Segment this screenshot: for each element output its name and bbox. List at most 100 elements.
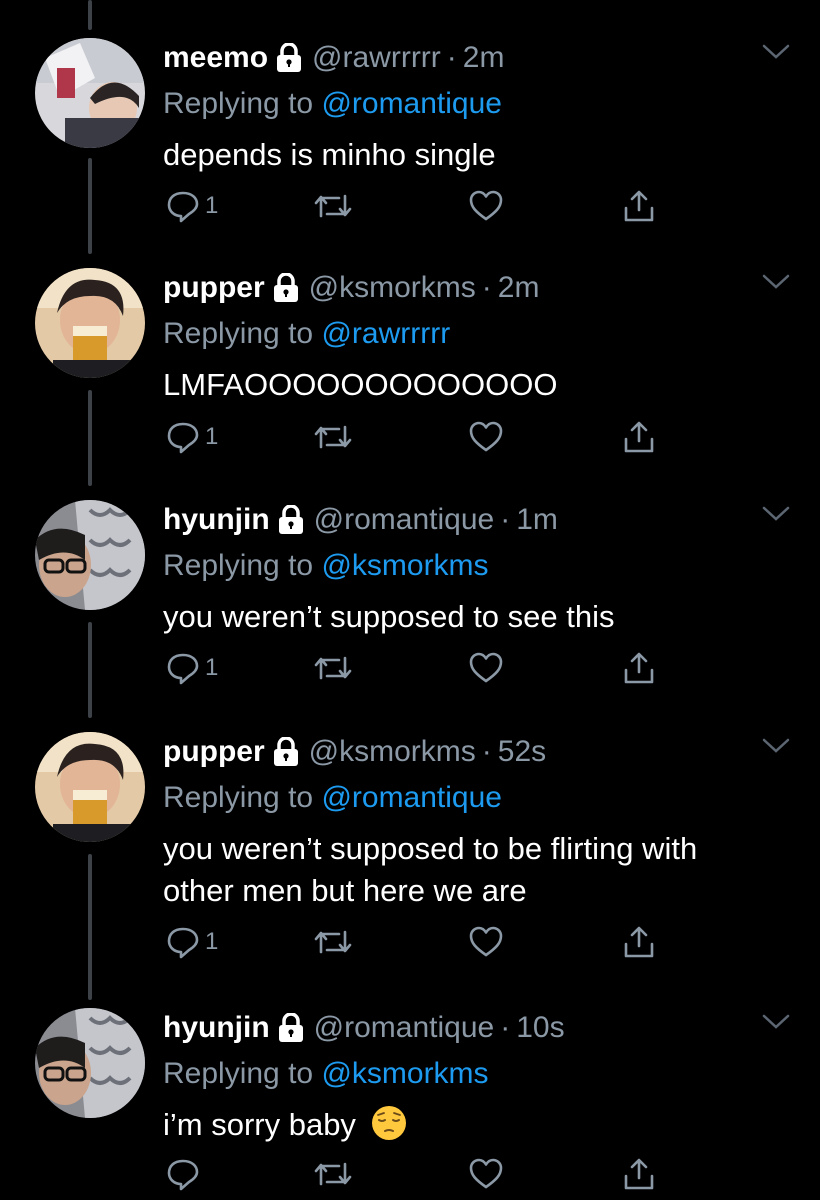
share-button[interactable] — [621, 417, 657, 457]
reply-mention-link[interactable]: @ksmorkms — [321, 1057, 488, 1090]
thread-line — [88, 622, 92, 718]
reply-count: 1 — [205, 928, 219, 955]
reply-thread: meemo @rawrrrrr · 2m Replying to @romant… — [0, 0, 820, 1200]
display-name[interactable]: meemo — [163, 41, 268, 75]
user-handle[interactable]: @ksmorkms — [309, 735, 476, 769]
share-icon — [624, 926, 654, 958]
share-icon — [624, 421, 654, 453]
display-name[interactable]: pupper — [163, 735, 265, 769]
retweet-button[interactable] — [313, 922, 353, 962]
tweet-text: LMFAOOOOOOOOOOOOO — [163, 367, 558, 402]
avatar-hyunjin-icon — [35, 1008, 145, 1118]
retweet-icon — [314, 425, 352, 449]
separator: · — [481, 735, 492, 768]
share-button[interactable] — [621, 648, 657, 688]
tweet-text: depends is minho single — [163, 137, 496, 172]
tweet-text-line: other men but here we are — [163, 873, 527, 908]
avatar[interactable] — [35, 1008, 145, 1118]
heart-icon — [469, 652, 503, 683]
replying-to: Replying to @ksmorkms — [163, 1054, 790, 1094]
separator: · — [500, 1011, 511, 1044]
reply-button[interactable]: 1 — [165, 648, 218, 688]
separator: · — [481, 271, 492, 304]
separator: · — [500, 503, 511, 536]
timestamp[interactable]: 1m — [516, 503, 558, 537]
chevron-down-icon[interactable] — [762, 736, 790, 756]
tweet-text-body: i’m sorry baby — [163, 1107, 356, 1142]
retweet-button[interactable] — [313, 648, 353, 688]
thread-line — [88, 390, 92, 486]
like-button[interactable] — [468, 1154, 504, 1194]
tweet-actions: 1 — [163, 417, 663, 457]
reply-mention-link[interactable]: @romantique — [321, 87, 502, 120]
avatar-pupper-icon — [35, 268, 145, 378]
retweet-icon — [314, 194, 352, 218]
timestamp[interactable]: 10s — [516, 1011, 564, 1045]
like-button[interactable] — [468, 186, 504, 226]
reply-count: 1 — [205, 423, 219, 450]
avatar[interactable] — [35, 268, 145, 378]
pensive-face-emoji-icon — [371, 1105, 407, 1141]
replying-to-label: Replying to — [163, 87, 314, 120]
display-name[interactable]: hyunjin — [163, 1011, 270, 1045]
display-name[interactable]: hyunjin — [163, 503, 270, 537]
avatar-pupper-icon — [35, 732, 145, 842]
user-handle[interactable]: @romantique — [314, 1011, 495, 1045]
reply-icon — [167, 653, 199, 685]
retweet-button[interactable] — [313, 1154, 353, 1194]
replying-to: Replying to @rawrrrrr — [163, 314, 790, 354]
display-name[interactable]: pupper — [163, 271, 265, 305]
like-button[interactable] — [468, 648, 504, 688]
share-button[interactable] — [621, 186, 657, 226]
retweet-button[interactable] — [313, 186, 353, 226]
reply-icon — [167, 927, 199, 959]
avatar[interactable] — [35, 38, 145, 148]
timestamp[interactable]: 2m — [463, 41, 505, 75]
reply-mention-link[interactable]: @romantique — [321, 781, 502, 814]
tweet-text: i’m sorry baby — [163, 1104, 790, 1146]
replying-to: Replying to @ksmorkms — [163, 546, 790, 586]
share-button[interactable] — [621, 922, 657, 962]
user-handle[interactable]: @ksmorkms — [309, 271, 476, 305]
reply-button[interactable]: 1 — [165, 417, 218, 457]
reply-button[interactable]: 1 — [165, 922, 218, 962]
heart-icon — [469, 926, 503, 957]
timestamp[interactable]: 2m — [498, 271, 540, 305]
thread-line — [88, 0, 92, 30]
user-handle[interactable]: @romantique — [314, 503, 495, 537]
heart-icon — [469, 1158, 503, 1189]
replying-to-label: Replying to — [163, 781, 314, 814]
reply-mention-link[interactable]: @rawrrrrr — [321, 317, 450, 350]
reply-count: 1 — [205, 192, 219, 219]
tweet-actions — [163, 1154, 663, 1194]
tweet-actions: 1 — [163, 648, 663, 688]
like-button[interactable] — [468, 922, 504, 962]
reply-button[interactable] — [165, 1154, 205, 1194]
avatar[interactable] — [35, 500, 145, 610]
share-icon — [624, 1158, 654, 1190]
chevron-down-icon[interactable] — [762, 42, 790, 62]
separator: · — [446, 41, 457, 74]
like-button[interactable] — [468, 417, 504, 457]
tweet-actions: 1 — [163, 186, 663, 226]
chevron-down-icon[interactable] — [762, 272, 790, 292]
lock-icon — [276, 43, 302, 73]
chevron-down-icon[interactable] — [762, 504, 790, 524]
tweet-text: you weren’t supposed to see this — [163, 599, 615, 634]
reply-icon — [167, 422, 199, 454]
lock-icon — [278, 1013, 304, 1043]
reply-mention-link[interactable]: @ksmorkms — [321, 549, 488, 582]
avatar[interactable] — [35, 732, 145, 842]
reply-button[interactable]: 1 — [165, 186, 218, 226]
retweet-button[interactable] — [313, 417, 353, 457]
timestamp[interactable]: 52s — [498, 735, 546, 769]
lock-icon — [273, 273, 299, 303]
thread-line — [88, 158, 92, 254]
reply-count: 1 — [205, 654, 219, 681]
lock-icon — [273, 737, 299, 767]
user-handle[interactable]: @rawrrrrr — [312, 41, 441, 75]
retweet-icon — [314, 930, 352, 954]
share-button[interactable] — [621, 1154, 657, 1194]
tweet-text-line: you weren’t supposed to be flirting with — [163, 831, 698, 866]
chevron-down-icon[interactable] — [762, 1012, 790, 1032]
